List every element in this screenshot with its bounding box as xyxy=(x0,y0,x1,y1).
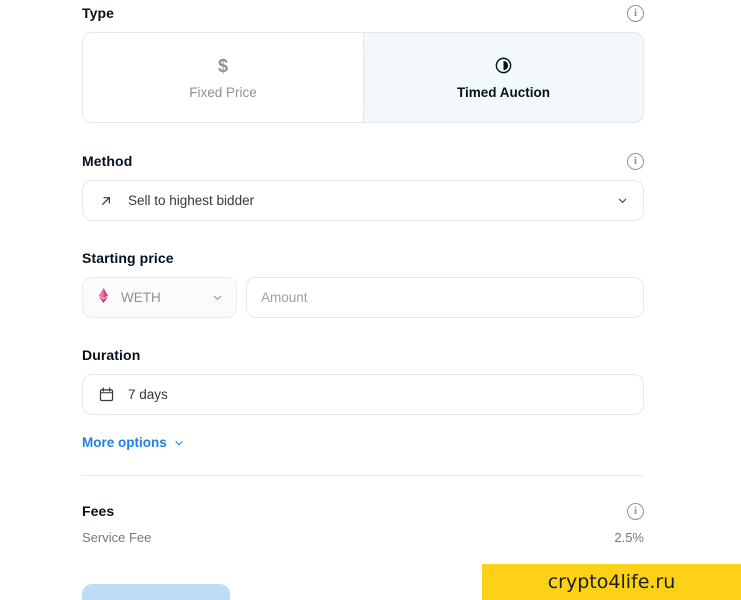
method-value: Sell to highest bidder xyxy=(128,193,255,208)
watermark: crypto4life.ru xyxy=(482,564,741,600)
amount-input[interactable] xyxy=(246,277,644,318)
fees-label-row: Fees i xyxy=(82,498,644,524)
tab-timed-auction[interactable]: Timed Auction xyxy=(363,33,643,122)
duration-select[interactable]: 7 days xyxy=(82,374,644,415)
fees-section: Fees i Service Fee 2.5% xyxy=(82,498,644,545)
fee-row: Service Fee 2.5% xyxy=(82,530,644,545)
more-options-label: More options xyxy=(82,435,167,450)
type-label-row: Type i xyxy=(82,0,644,26)
type-info-icon[interactable]: i xyxy=(627,4,644,22)
method-select[interactable]: Sell to highest bidder xyxy=(82,180,644,221)
clock-icon xyxy=(494,56,513,76)
fee-name: Service Fee xyxy=(82,530,152,545)
dollar-icon: $ xyxy=(217,55,228,76)
starting-price-row: WETH xyxy=(82,277,644,318)
chevron-down-icon xyxy=(616,194,629,207)
calendar-icon xyxy=(97,386,115,404)
token-name: WETH xyxy=(121,290,161,305)
tab-timed-auction-label: Timed Auction xyxy=(456,84,550,100)
tab-fixed-price-label: Fixed Price xyxy=(189,84,257,100)
type-label: Type xyxy=(82,5,115,21)
fees-label: Fees xyxy=(82,503,115,519)
ethereum-diamond-icon xyxy=(95,287,112,309)
starting-price-label: Starting price xyxy=(82,250,174,266)
starting-price-label-row: Starting price xyxy=(82,245,644,271)
token-select[interactable]: WETH xyxy=(82,277,237,318)
fee-value: 2.5% xyxy=(614,530,644,545)
fees-info-icon[interactable]: i xyxy=(627,502,644,520)
arrow-up-right-icon xyxy=(97,192,115,210)
section-divider xyxy=(82,475,644,476)
chevron-down-icon xyxy=(173,437,185,449)
duration-label: Duration xyxy=(82,347,141,363)
method-label: Method xyxy=(82,153,133,169)
method-label-row: Method i xyxy=(82,148,644,174)
listing-form: Type i $ Fixed Price Timed Auction Metho… xyxy=(82,0,644,600)
complete-listing-button[interactable]: Complete listing xyxy=(82,584,230,600)
more-options-toggle[interactable]: More options xyxy=(82,435,185,450)
type-tab-group: $ Fixed Price Timed Auction xyxy=(82,32,644,123)
tab-fixed-price[interactable]: $ Fixed Price xyxy=(83,33,363,122)
listing-form-page: Type i $ Fixed Price Timed Auction Metho… xyxy=(0,0,741,600)
method-info-icon[interactable]: i xyxy=(627,152,644,170)
duration-label-row: Duration xyxy=(82,342,644,368)
watermark-text: crypto4life.ru xyxy=(547,571,676,593)
chevron-down-icon xyxy=(211,291,224,304)
duration-value: 7 days xyxy=(128,387,168,402)
